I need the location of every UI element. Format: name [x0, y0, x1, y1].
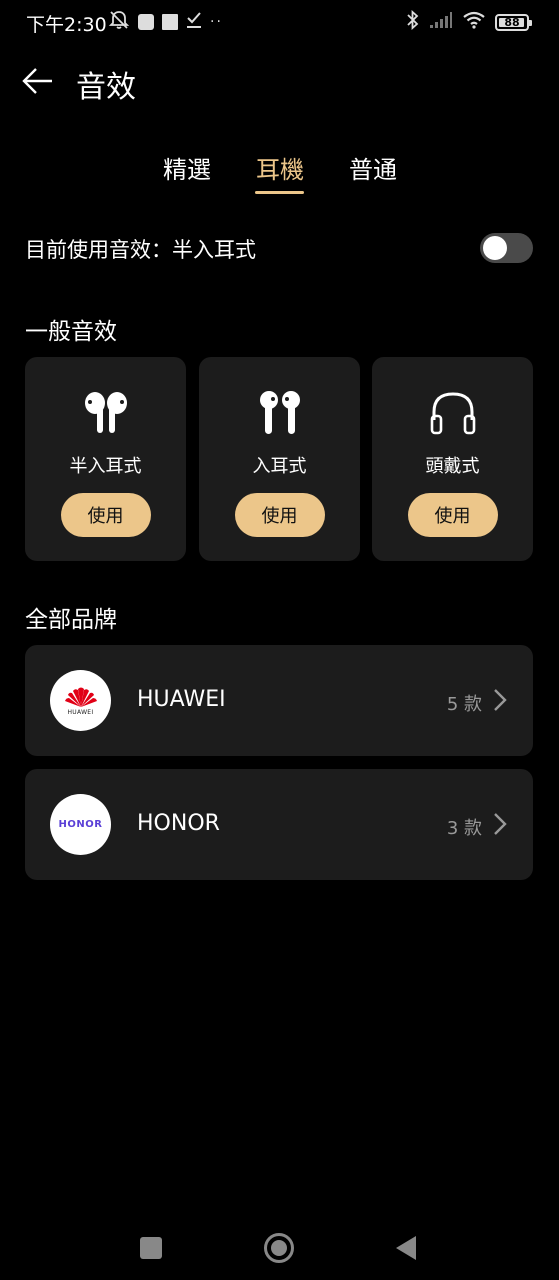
back-arrow-icon: [22, 67, 54, 99]
page-title: 音效: [76, 70, 136, 105]
wifi-icon: [462, 11, 486, 33]
more-notifications-icon: ··: [210, 14, 223, 30]
tab-featured[interactable]: 精選: [161, 150, 213, 185]
all-brands-heading: 全部品牌: [25, 607, 117, 633]
bluetooth-icon: [406, 9, 420, 34]
tab-earphones[interactable]: 耳機: [254, 150, 306, 185]
recents-button[interactable]: [131, 1230, 171, 1270]
brand-name: HONOR: [137, 811, 220, 836]
home-circle-icon: [263, 1232, 295, 1268]
use-button-over-ear[interactable]: 使用: [407, 493, 498, 537]
brand-row-huawei[interactable]: HUAWEI HUAWEI 5 款: [25, 645, 533, 756]
battery-icon: 88: [495, 13, 532, 31]
mute-notification-icon: [108, 10, 130, 34]
back-button[interactable]: [20, 66, 56, 100]
download-done-icon: [186, 11, 202, 33]
huawei-logo-text: HUAWEI: [67, 708, 94, 716]
chevron-right-icon: [492, 811, 508, 837]
in-ear-earbuds-icon: [256, 390, 304, 436]
honor-logo-text: HONOR: [58, 819, 103, 830]
active-tab-indicator: [255, 191, 304, 194]
general-effects-heading: 一般音效: [25, 319, 117, 345]
brand-name: HUAWEI: [137, 687, 226, 712]
effect-card-semi-in-ear: 半入耳式 使用: [25, 357, 186, 561]
brand-model-count: 3 款: [446, 818, 482, 839]
chevron-right-icon: [492, 687, 508, 713]
use-button-semi-in-ear[interactable]: 使用: [60, 493, 151, 537]
square-icon: [139, 1236, 163, 1264]
brand-model-count: 5 款: [446, 694, 482, 715]
status-time: 下午2:30: [26, 14, 107, 36]
effect-card-label: 頭戴式: [425, 456, 480, 477]
status-bar: 下午2:30 ·· 88: [0, 0, 559, 42]
current-effect-label: 目前使用音效：半入耳式: [25, 238, 256, 262]
brand-row-honor[interactable]: HONOR HONOR 3 款: [25, 769, 533, 880]
effect-card-label: 半入耳式: [69, 456, 142, 477]
system-nav-bar: [0, 1210, 559, 1280]
effect-card-label: 入耳式: [252, 456, 307, 477]
effect-card-in-ear: 入耳式 使用: [199, 357, 360, 561]
semi-in-ear-earbuds-icon: [82, 390, 130, 436]
tab-normal[interactable]: 普通: [347, 150, 399, 185]
toggle-knob: [483, 236, 507, 260]
battery-level: 88: [504, 15, 520, 29]
honor-logo: HONOR: [50, 794, 111, 855]
use-button-in-ear[interactable]: 使用: [234, 493, 325, 537]
headphones-icon: [429, 390, 477, 436]
nav-back-button[interactable]: [386, 1230, 426, 1270]
app-notification-icon-2: [162, 14, 178, 30]
app-notification-icon: [138, 14, 154, 30]
home-button[interactable]: [259, 1230, 299, 1270]
header: 音效: [0, 58, 559, 108]
sound-effect-toggle[interactable]: [480, 233, 533, 263]
tab-bar: 精選 耳機 普通: [0, 150, 559, 200]
back-triangle-icon: [394, 1234, 418, 1266]
huawei-logo: HUAWEI: [50, 670, 111, 731]
signal-icon: [429, 11, 453, 33]
effect-card-over-ear: 頭戴式 使用: [372, 357, 533, 561]
current-effect-row: 目前使用音效：半入耳式: [25, 232, 533, 266]
